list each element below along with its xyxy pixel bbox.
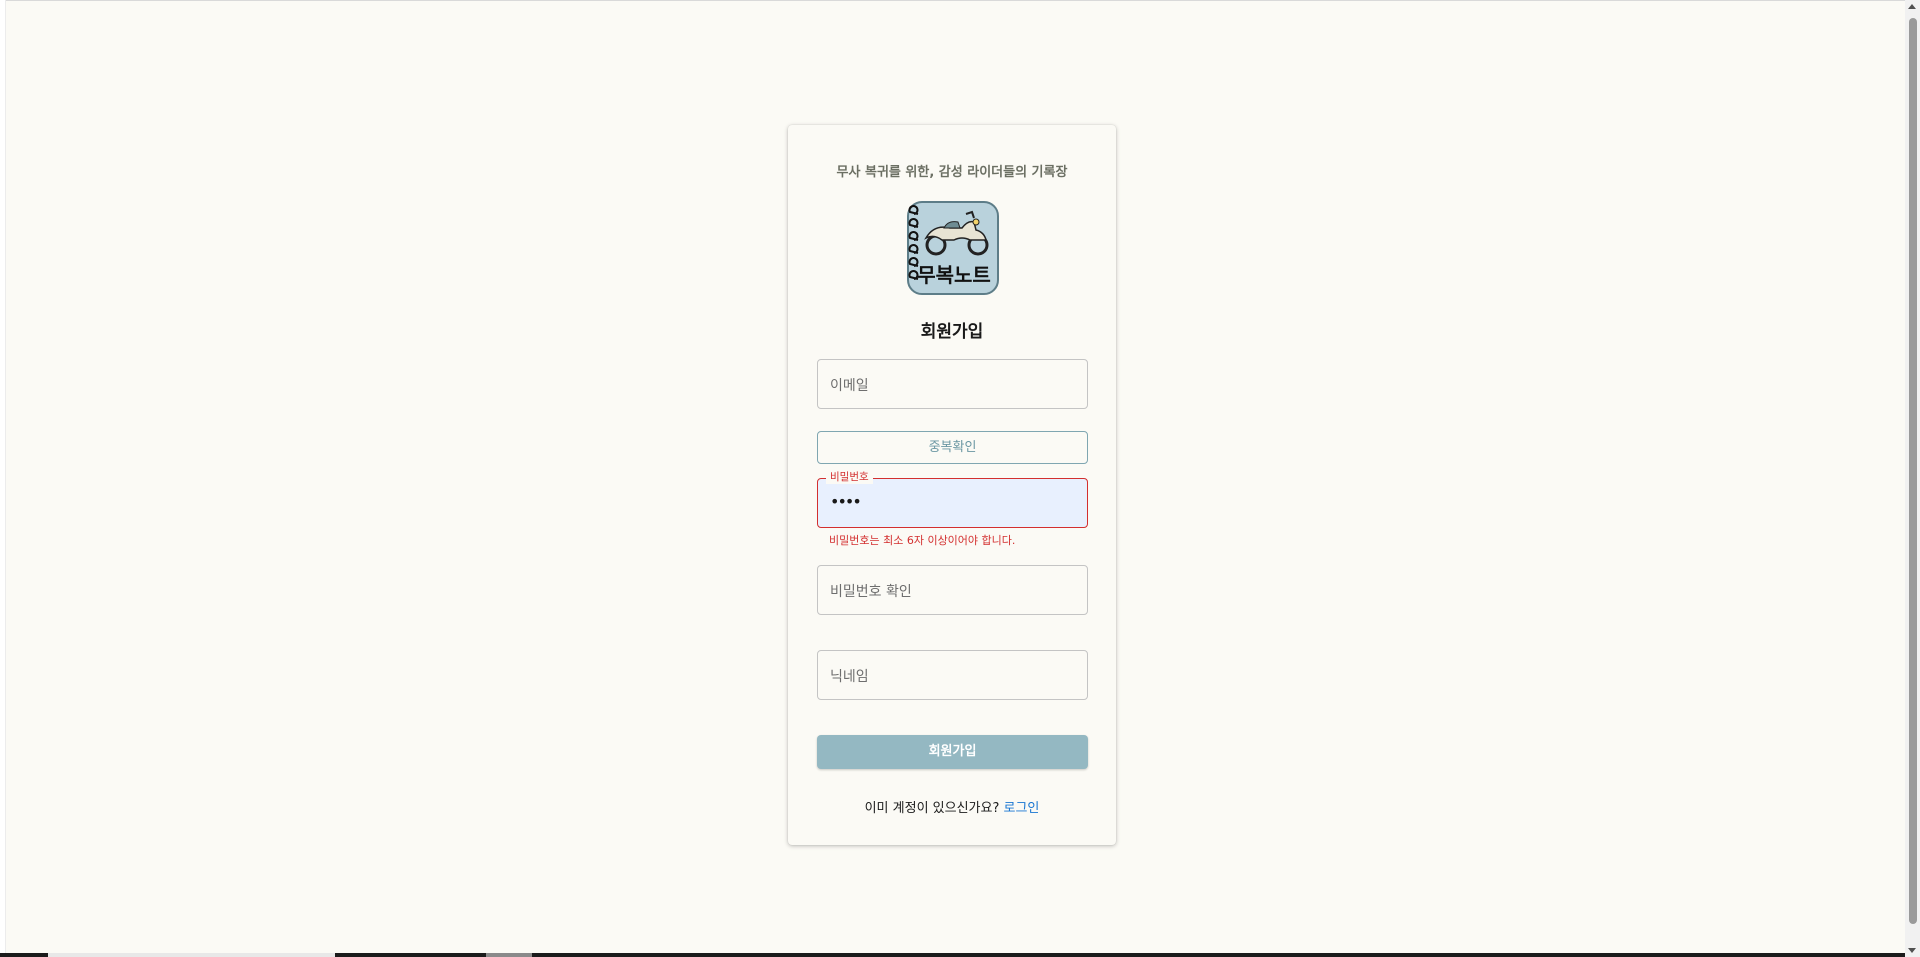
nickname-field[interactable]: 닉네임 — [817, 650, 1088, 700]
taskbar-segment — [48, 953, 335, 957]
tagline: 무사 복귀를 위한, 감성 라이더들의 기록장 — [836, 165, 1068, 180]
password-confirm-placeholder: 비밀번호 확인 — [830, 584, 912, 600]
scroll-up-arrow-icon[interactable] — [1908, 4, 1916, 9]
scroll-down-arrow-icon[interactable] — [1908, 948, 1916, 953]
duplicate-check-button[interactable]: 중복확인 — [817, 431, 1088, 464]
email-field[interactable]: 이메일 — [817, 359, 1088, 409]
email-placeholder: 이메일 — [830, 378, 869, 394]
svg-text:무복노트: 무복노트 — [917, 263, 991, 287]
login-link[interactable]: 로그인 — [1004, 801, 1040, 816]
password-error-text: 비밀번호는 최소 6자 이상이어야 합니다. — [829, 534, 1016, 547]
page-title: 회원가입 — [920, 322, 984, 342]
vertical-scrollbar[interactable] — [1905, 0, 1920, 957]
signup-card: 무사 복귀를 위한, 감성 라이더들의 기록장 무복노트 회원가입 이메일 중복… — [788, 125, 1116, 845]
signup-submit-button[interactable]: 회원가입 — [817, 735, 1088, 769]
scroll-thumb[interactable] — [1909, 18, 1917, 924]
app-logo: 무복노트 — [904, 200, 1000, 296]
password-value: •••• — [830, 492, 862, 511]
password-label: 비밀번호 — [826, 470, 873, 484]
taskbar-segment — [486, 953, 532, 957]
password-confirm-field[interactable]: 비밀번호 확인 — [817, 565, 1088, 615]
password-field[interactable]: 비밀번호 •••• — [817, 470, 1088, 528]
notebook-logo-icon: 무복노트 — [907, 201, 999, 295]
login-prompt: 이미 계정이 있으신가요? 로그인 — [788, 797, 1116, 816]
bottom-taskbar — [0, 953, 1905, 957]
nickname-placeholder: 닉네임 — [830, 669, 869, 685]
window-top-border — [0, 0, 1920, 1]
window-left-edge — [0, 0, 6, 957]
login-prompt-text: 이미 계정이 있으신가요? — [864, 801, 1000, 816]
